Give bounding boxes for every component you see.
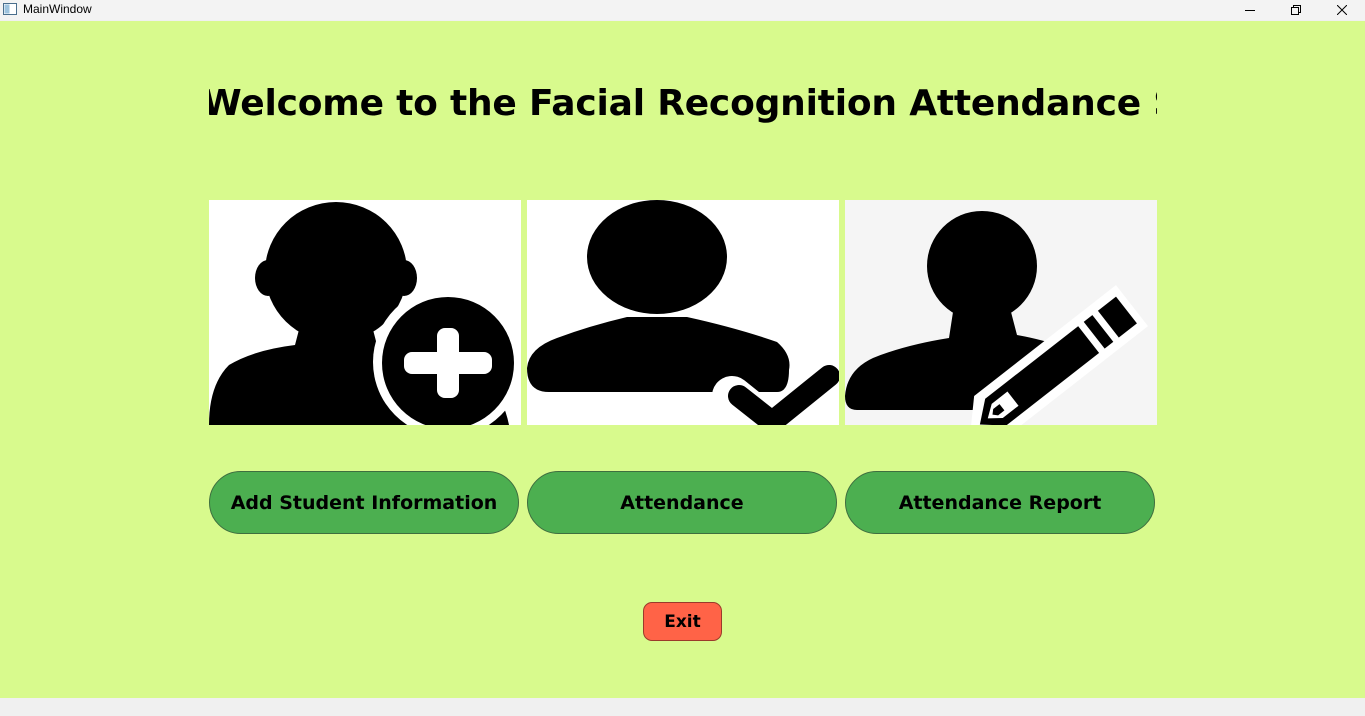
- attendance-report-image: [845, 200, 1157, 425]
- main-content: Welcome to the Facial Recognition Attend…: [0, 21, 1365, 698]
- window-title: MainWindow: [23, 2, 92, 16]
- minimize-button[interactable]: [1227, 0, 1273, 20]
- add-student-button[interactable]: Add Student Information: [209, 471, 519, 534]
- headline-label: Welcome to the Facial Recognition Attend…: [209, 81, 1157, 131]
- status-bar: [0, 698, 1365, 716]
- minimize-icon: [1245, 10, 1255, 11]
- title-bar: MainWindow: [0, 0, 1365, 20]
- restore-button[interactable]: [1273, 0, 1319, 20]
- exit-button[interactable]: Exit: [643, 602, 722, 641]
- user-check-icon: [527, 200, 839, 425]
- add-student-image: [209, 200, 521, 425]
- attendance-image: [527, 200, 839, 425]
- attendance-button[interactable]: Attendance: [527, 471, 837, 534]
- add-user-icon: [209, 202, 521, 425]
- attendance-report-button[interactable]: Attendance Report: [845, 471, 1155, 534]
- app-window-icon: [3, 3, 17, 15]
- user-edit-icon: [845, 211, 1148, 425]
- restore-icon: [1291, 5, 1301, 15]
- close-button[interactable]: [1319, 0, 1365, 20]
- headline-text: Welcome to the Facial Recognition Attend…: [209, 83, 1157, 124]
- close-icon: [1337, 5, 1347, 15]
